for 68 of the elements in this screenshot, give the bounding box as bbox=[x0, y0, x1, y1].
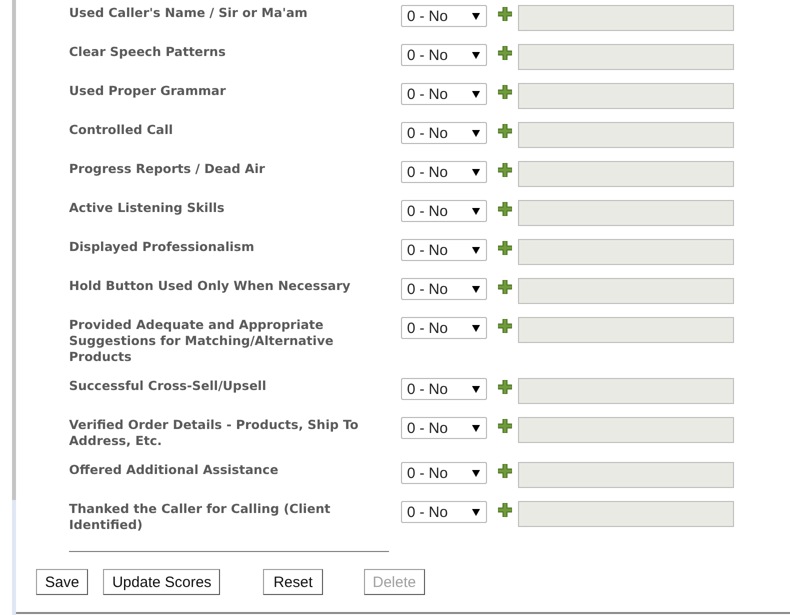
criterion-label: Hold Button Used Only When Necessary bbox=[69, 278, 352, 294]
score-dropdown[interactable]: 0 - No bbox=[401, 378, 487, 400]
comment-field[interactable] bbox=[518, 278, 734, 304]
caret-icon bbox=[472, 130, 480, 136]
comment-field[interactable] bbox=[518, 239, 734, 265]
score-dropdown[interactable]: 0 - No bbox=[401, 239, 487, 261]
criterion-label: Successful Cross-Sell/Upsell bbox=[69, 378, 268, 394]
score-dropdown[interactable]: 0 - No bbox=[401, 417, 487, 439]
score-dropdown[interactable]: 0 - No bbox=[401, 501, 487, 523]
criterion-label: Displayed Professionalism bbox=[69, 239, 256, 255]
caret-icon bbox=[472, 508, 480, 516]
comment-field[interactable] bbox=[518, 44, 734, 70]
criterion-label: Thanked the Caller for Calling (Client Identified) bbox=[69, 501, 332, 533]
criterion-label: Used Caller's Name / Sir or Ma'am bbox=[69, 5, 309, 21]
score-dropdown[interactable]: 0 - No bbox=[401, 317, 487, 339]
caret-icon bbox=[472, 424, 480, 432]
caret-icon bbox=[472, 324, 480, 332]
score-dropdown[interactable]: 0 - No bbox=[401, 462, 487, 484]
plus-icon[interactable] bbox=[498, 124, 512, 138]
form-button[interactable]: Reset bbox=[263, 569, 323, 595]
comment-field[interactable] bbox=[518, 5, 734, 31]
caret-icon bbox=[472, 12, 480, 20]
score-dropdown[interactable]: 0 - No bbox=[401, 161, 487, 183]
score-dropdown[interactable]: 0 - No bbox=[401, 200, 487, 222]
caret-icon bbox=[472, 470, 480, 476]
caret-icon bbox=[472, 386, 480, 392]
plus-icon[interactable] bbox=[498, 163, 512, 177]
criterion-label: Active Listening Skills bbox=[69, 200, 226, 216]
form-button[interactable]: Update Scores bbox=[103, 569, 220, 595]
criterion-label: Clear Speech Patterns bbox=[69, 44, 227, 60]
plus-icon[interactable] bbox=[498, 280, 512, 294]
plus-icon[interactable] bbox=[498, 503, 512, 517]
comment-field[interactable] bbox=[518, 200, 734, 226]
caret-icon bbox=[472, 246, 480, 254]
comment-field[interactable] bbox=[518, 501, 734, 527]
plus-icon[interactable] bbox=[498, 419, 512, 433]
criterion-label: Provided Adequate and Appropriate Suggestions for Matching/Alternative Products bbox=[69, 317, 334, 365]
criterion-label: Used Proper Grammar bbox=[69, 83, 227, 99]
comment-field[interactable] bbox=[518, 161, 734, 187]
caret-icon bbox=[472, 90, 480, 98]
score-dropdown[interactable]: 0 - No bbox=[401, 122, 487, 144]
score-dropdown[interactable]: 0 - No bbox=[401, 44, 487, 66]
comment-field[interactable] bbox=[518, 417, 734, 443]
plus-icon[interactable] bbox=[498, 202, 512, 216]
caret-icon bbox=[472, 168, 480, 176]
caret-icon bbox=[472, 286, 480, 292]
form-button[interactable]: Save bbox=[36, 569, 88, 595]
score-dropdown[interactable]: 0 - No bbox=[401, 5, 487, 27]
caret-icon bbox=[472, 208, 480, 214]
comment-field[interactable] bbox=[518, 462, 734, 488]
comment-field[interactable] bbox=[518, 122, 734, 148]
criterion-label: Controlled Call bbox=[69, 122, 174, 138]
comment-field[interactable] bbox=[518, 378, 734, 404]
plus-icon[interactable] bbox=[498, 7, 512, 21]
comment-field[interactable] bbox=[518, 83, 734, 109]
criterion-label: Progress Reports / Dead Air bbox=[69, 161, 266, 177]
plus-icon[interactable] bbox=[498, 319, 512, 333]
caret-icon bbox=[472, 52, 480, 58]
plus-icon[interactable] bbox=[498, 380, 512, 394]
plus-icon[interactable] bbox=[498, 85, 512, 99]
plus-icon[interactable] bbox=[498, 241, 512, 255]
score-dropdown[interactable]: 0 - No bbox=[401, 83, 487, 105]
plus-icon[interactable] bbox=[498, 464, 512, 478]
criterion-label: Verified Order Details - Products, Ship To Address, Etc. bbox=[69, 417, 360, 449]
score-dropdown[interactable]: 0 - No bbox=[401, 278, 487, 300]
plus-icon[interactable] bbox=[498, 46, 512, 60]
comment-field[interactable] bbox=[518, 317, 734, 343]
criterion-label: Offered Additional Assistance bbox=[69, 462, 280, 478]
